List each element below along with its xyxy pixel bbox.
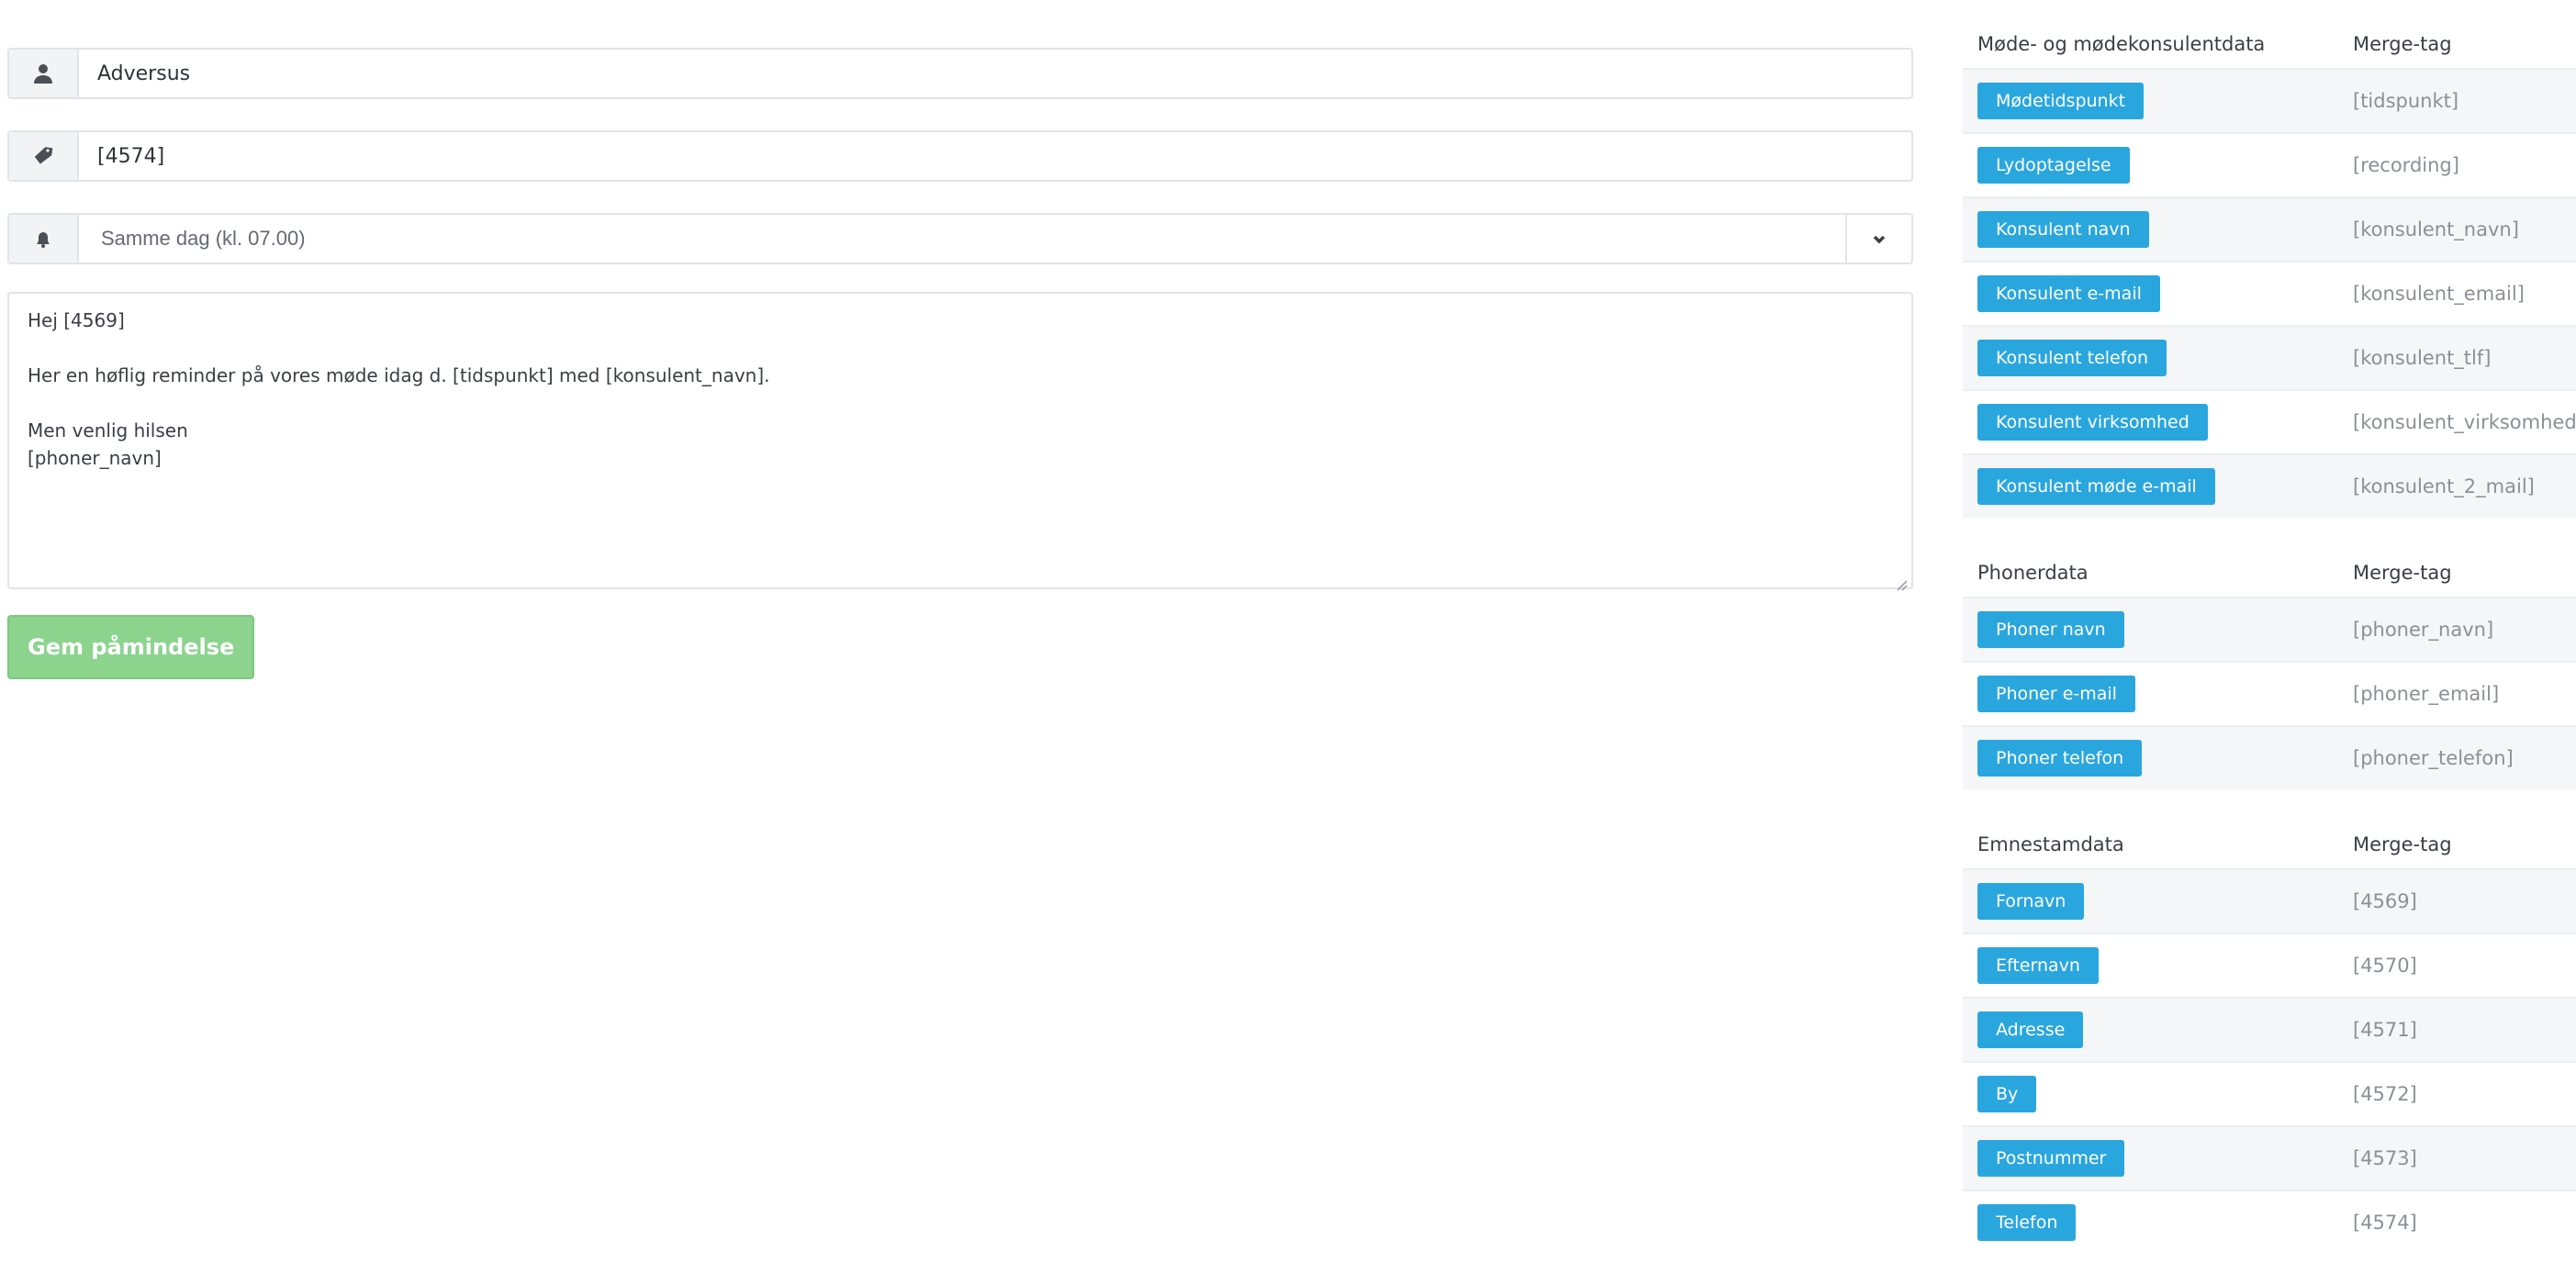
insert-tag-button[interactable]: Konsulent telefon bbox=[1977, 340, 2167, 376]
table-row: Konsulent navn [konsulent_navn] bbox=[1963, 196, 2576, 261]
table-row: Konsulent møde e-mail [konsulent_2_mail] bbox=[1963, 453, 2576, 518]
timing-select-value: Samme dag (kl. 07.00) bbox=[101, 227, 306, 250]
table-row: By [4572] bbox=[1963, 1061, 2576, 1125]
table-row: Lydoptagelse [recording] bbox=[1963, 132, 2576, 196]
user-icon bbox=[9, 50, 79, 97]
table-row: Fornavn [4569] bbox=[1963, 868, 2576, 933]
merge-tag-value: [phoner_email] bbox=[2353, 683, 2500, 705]
insert-tag-button[interactable]: Telefon bbox=[1977, 1204, 2077, 1241]
table-header-label: Emnestamdata bbox=[1977, 833, 2124, 855]
table-row: Phoner telefon [phoner_telefon] bbox=[1963, 725, 2576, 789]
table-row: Mødetidspunkt [tidspunkt] bbox=[1963, 68, 2576, 132]
insert-tag-button[interactable]: Postnummer bbox=[1977, 1140, 2125, 1177]
table-row: Phoner e-mail [phoner_email] bbox=[1963, 661, 2576, 725]
reminder-form: Samme dag (kl. 07.00) Hej [4569] Her en … bbox=[7, 48, 1913, 679]
table-row: Adresse [4571] bbox=[1963, 997, 2576, 1061]
message-line: [phoner_navn] bbox=[28, 447, 162, 469]
table-header-merge-tag: Merge-tag bbox=[2353, 33, 2452, 55]
merge-tag-value: [4572] bbox=[2353, 1083, 2417, 1105]
merge-tag-value: [konsulent_email] bbox=[2353, 283, 2525, 305]
merge-tag-value: [4573] bbox=[2353, 1147, 2417, 1169]
timing-select[interactable]: Samme dag (kl. 07.00) bbox=[7, 213, 1913, 264]
table-header: Møde- og mødekonsulentdata Merge-tag bbox=[1963, 20, 2576, 68]
merge-tag-value: [konsulent_tlf] bbox=[2353, 347, 2492, 369]
insert-tag-button[interactable]: Konsulent navn bbox=[1977, 211, 2149, 248]
table-header-label: Phonerdata bbox=[1977, 562, 2089, 584]
message-line bbox=[28, 389, 1893, 417]
merge-tag-value: [tidspunkt] bbox=[2353, 90, 2459, 112]
table-row: Konsulent virksomhed [konsulent_virksomh… bbox=[1963, 389, 2576, 453]
sender-phone-input[interactable] bbox=[79, 132, 1911, 180]
merge-tag-value: [4569] bbox=[2353, 890, 2417, 912]
message-line: Her en høflig reminder på vores møde ida… bbox=[28, 364, 770, 386]
merge-tag-tables: Møde- og mødekonsulentdata Merge-tag Mød… bbox=[1963, 20, 2576, 1285]
table-row: Telefon [4574] bbox=[1963, 1190, 2576, 1254]
chevron-down-icon[interactable] bbox=[1845, 215, 1911, 263]
insert-tag-button[interactable]: Phoner navn bbox=[1977, 611, 2124, 648]
table-header-merge-tag: Merge-tag bbox=[2353, 562, 2452, 584]
table-row: Efternavn [4570] bbox=[1963, 933, 2576, 997]
insert-tag-button[interactable]: Lydoptagelse bbox=[1977, 147, 2130, 184]
table-row: Phoner navn [phoner_navn] bbox=[1963, 597, 2576, 661]
merge-tag-value: [recording] bbox=[2353, 154, 2459, 176]
sender-name-input[interactable] bbox=[79, 50, 1911, 97]
bell-icon bbox=[9, 215, 79, 263]
phoner-data-table: Phonerdata Merge-tag Phoner navn [phoner… bbox=[1963, 549, 2576, 789]
table-row: Konsulent e-mail [konsulent_email] bbox=[1963, 261, 2576, 325]
table-header: Phonerdata Merge-tag bbox=[1963, 549, 2576, 597]
insert-tag-button[interactable]: By bbox=[1977, 1076, 2037, 1112]
message-textarea[interactable]: Hej [4569] Her en høflig reminder på vor… bbox=[7, 292, 1913, 591]
insert-tag-button[interactable]: Konsulent e-mail bbox=[1977, 275, 2160, 312]
meeting-data-table: Møde- og mødekonsulentdata Merge-tag Mød… bbox=[1963, 20, 2576, 518]
insert-tag-button[interactable]: Phoner e-mail bbox=[1977, 676, 2135, 712]
message-line: Men venlig hilsen bbox=[28, 419, 188, 441]
phone-input-group bbox=[7, 130, 1913, 182]
insert-tag-button[interactable]: Konsulent virksomhed bbox=[1977, 404, 2208, 441]
insert-tag-button[interactable]: Konsulent møde e-mail bbox=[1977, 468, 2215, 505]
table-header-label: Møde- og mødekonsulentdata bbox=[1977, 33, 2266, 55]
insert-tag-button[interactable]: Efternavn bbox=[1977, 947, 2099, 984]
insert-tag-button[interactable]: Adresse bbox=[1977, 1011, 2084, 1048]
merge-tag-value: [4570] bbox=[2353, 955, 2417, 977]
merge-tag-value: [konsulent_virksomhed] bbox=[2353, 411, 2576, 433]
merge-tag-value: [phoner_telefon] bbox=[2353, 747, 2514, 769]
table-row: Postnummer [4573] bbox=[1963, 1125, 2576, 1190]
timing-select-body[interactable]: Samme dag (kl. 07.00) bbox=[79, 215, 1911, 263]
insert-tag-button[interactable]: Fornavn bbox=[1977, 883, 2085, 920]
insert-tag-button[interactable]: Phoner telefon bbox=[1977, 740, 2143, 777]
save-reminder-button[interactable]: Gem påmindelse bbox=[7, 615, 255, 679]
merge-tag-value: [konsulent_2_mail] bbox=[2353, 475, 2535, 497]
resize-handle-icon[interactable] bbox=[1895, 571, 1908, 591]
merge-tag-value: [phoner_navn] bbox=[2353, 619, 2494, 641]
table-header-merge-tag: Merge-tag bbox=[2353, 833, 2452, 855]
merge-tag-value: [konsulent_navn] bbox=[2353, 218, 2519, 240]
table-row: Konsulent telefon [konsulent_tlf] bbox=[1963, 325, 2576, 389]
message-line bbox=[28, 334, 1893, 362]
sender-input-group bbox=[7, 48, 1913, 99]
merge-tag-value: [4574] bbox=[2353, 1212, 2417, 1234]
table-header: Emnestamdata Merge-tag bbox=[1963, 821, 2576, 868]
insert-tag-button[interactable]: Mødetidspunkt bbox=[1977, 83, 2145, 119]
tag-icon bbox=[9, 132, 79, 180]
message-line: Hej [4569] bbox=[28, 309, 125, 331]
merge-tag-value: [4571] bbox=[2353, 1019, 2417, 1041]
reminder-editor-page: Samme dag (kl. 07.00) Hej [4569] Her en … bbox=[0, 0, 2576, 1259]
lead-data-table: Emnestamdata Merge-tag Fornavn [4569] Ef… bbox=[1963, 821, 2576, 1254]
